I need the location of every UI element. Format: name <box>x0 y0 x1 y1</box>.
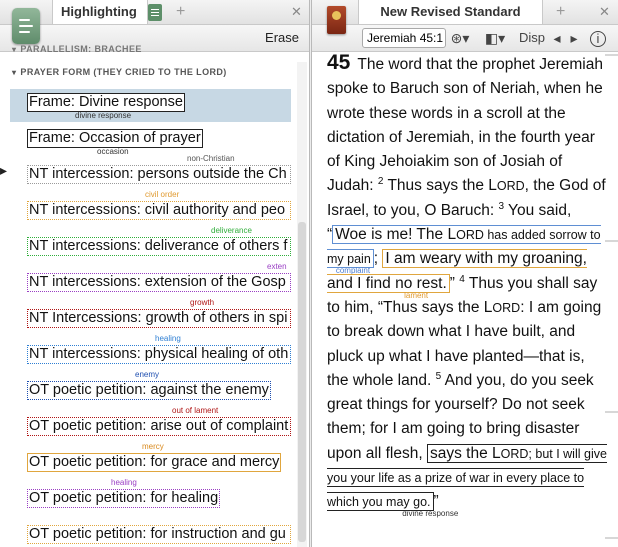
tab-highlighting-label: Highlighting <box>61 4 137 19</box>
collapse-triangle-icon: ▾ <box>12 45 17 54</box>
highlight-tag-lament: lament <box>404 290 429 300</box>
highlight-style-row[interactable]: NT intercession: persons outside the Ch n… <box>27 154 291 184</box>
section-title-label: PRAYER FORM (THEY CRIED TO THE LORD) <box>20 67 227 77</box>
highlight-style-tag: growth <box>190 298 215 307</box>
highlight-tag-divine-response: divine response <box>402 509 459 519</box>
add-tab-icon[interactable]: + <box>556 3 565 21</box>
lord-smallcaps: LORD <box>488 177 525 195</box>
reference-input[interactable]: Jeremiah 45:1 <box>362 28 446 48</box>
highlight-style-tag: divine response <box>75 111 132 120</box>
tab-highlighting[interactable]: Highlighting <box>52 0 148 24</box>
highlight-style-label: Frame: Divine response <box>27 93 185 112</box>
highlight-style-row[interactable]: Frame: Divine response divine response <box>27 93 291 120</box>
document-icon[interactable] <box>148 4 162 21</box>
highlight-style-label: NT intercessions: physical healing of ot… <box>27 345 291 364</box>
verse-2-text-a: Thus says the <box>387 177 484 195</box>
collapse-triangle-icon: ▾ <box>12 68 17 77</box>
highlight-style-tag: deliverance <box>211 226 252 235</box>
highlight-style-label: OT poetic petition: for instruction and … <box>27 525 291 544</box>
verse-3-text-b: ; <box>373 250 379 268</box>
tab-nrsv[interactable]: New Revised Standard Version <box>358 0 543 43</box>
verse-number-2: 2 <box>377 176 384 188</box>
nrsv-book-icon <box>327 6 346 34</box>
highlight-style-tag: civil order <box>145 190 180 199</box>
verse-number-5: 5 <box>435 370 442 382</box>
highlighting-app-icon <box>12 8 40 44</box>
highlight-style-row[interactable]: NT intercessions: deliverance of others … <box>27 226 291 256</box>
scroll-marker <box>605 411 618 413</box>
add-tab-icon[interactable]: + <box>176 3 185 21</box>
parallel-resources-icon[interactable]: ◧▾ <box>484 29 506 47</box>
highlight-style-row[interactable]: OT poetic petition: for grace and mercy m… <box>27 442 291 472</box>
highlight-style-tag: enemy <box>135 370 160 379</box>
verse-number-4: 4 <box>459 273 465 285</box>
verse-number-3: 3 <box>498 200 505 212</box>
display-menu-button[interactable]: Disp <box>518 29 546 47</box>
highlight-style-label: NT Intercessions: growth of others in sp… <box>27 309 291 328</box>
section-header-prayer-form[interactable]: ▾ PRAYER FORM (THEY CRIED TO THE LORD) <box>12 67 227 77</box>
verse-3-text-c: ” <box>449 274 455 292</box>
highlight-style-label: OT poetic petition: against the enemy <box>27 381 271 400</box>
verse-5-text-b: ” <box>433 493 439 511</box>
scroll-marker <box>605 54 618 56</box>
highlight-style-tag: occasion <box>97 147 129 156</box>
highlight-style-row[interactable]: NT intercessions: physical healing of ot… <box>27 334 291 364</box>
scrollbar-thumb[interactable] <box>298 222 306 542</box>
highlight-style-label: NT intercessions: extension of the Gosp <box>27 273 291 292</box>
highlight-style-tag: non-Christian <box>187 154 235 163</box>
info-icon[interactable]: i <box>590 31 606 47</box>
highlight-style-tag: healing <box>111 478 137 487</box>
section-above-label: PARALLELISM: BRACHEE <box>20 44 142 54</box>
highlight-style-row[interactable]: Frame: Occasion of prayer occasion <box>27 129 291 156</box>
highlight-style-label: OT poetic petition: for grace and mercy <box>27 453 282 472</box>
back-arrow-icon[interactable]: ◂ <box>548 29 566 47</box>
highlight-style-row[interactable]: NT Intercessions: growth of others in sp… <box>27 298 291 328</box>
highlight-style-label: Frame: Occasion of prayer <box>27 129 203 148</box>
highlight-style-row[interactable]: OT poetic petition: for instruction and … <box>27 525 291 544</box>
highlight-style-label: OT poetic petition: arise out of complai… <box>27 417 291 436</box>
row-pointer-icon: ▸ <box>0 162 8 178</box>
highlight-style-row[interactable]: OT poetic petition: arise out of complai… <box>27 406 291 436</box>
highlight-style-row[interactable]: OT poetic petition: against the enemy ene… <box>27 370 291 400</box>
highlight-style-label: OT poetic petition: for healing <box>27 489 221 508</box>
highlight-style-label: NT intercessions: deliverance of others … <box>27 237 291 256</box>
bible-panel: New Revised Standard Version + ✕ Jeremia… <box>311 0 618 547</box>
scroll-marker <box>605 240 618 242</box>
visual-filter-icon[interactable]: ⊛▾ <box>449 29 471 47</box>
highlight-style-row[interactable]: NT intercessions: extension of the Gosp e… <box>27 262 291 292</box>
right-toolbar: Jeremiah 45:1 ⊛▾ ◧▾ Disp ◂ ▸ i <box>312 25 618 52</box>
verse-1-text: The word that the prophet Jeremiah spoke… <box>327 56 603 195</box>
close-panel-icon[interactable]: ✕ <box>291 4 302 20</box>
highlight-style-tag: out of lament <box>172 406 219 415</box>
erase-button[interactable]: Erase <box>265 30 299 45</box>
highlighting-panel: Highlighting + ✕ Erase ▾ PARALLELISM: BRA… <box>0 0 310 547</box>
bible-text: 45 The word that the prophet Jeremiah sp… <box>327 51 609 519</box>
close-panel-icon[interactable]: ✕ <box>599 4 610 20</box>
scroll-marker <box>605 537 618 539</box>
highlight-style-label: NT intercession: persons outside the Ch <box>27 165 291 184</box>
highlight-style-tag: healing <box>155 334 181 343</box>
left-tab-bar: Highlighting + ✕ <box>0 0 309 25</box>
lord-smallcaps: LORD <box>483 298 521 316</box>
highlight-style-tag: exten <box>267 262 287 271</box>
highlight-style-row[interactable]: OT poetic petition: for healing healing <box>27 478 291 508</box>
right-tab-bar: New Revised Standard Version + ✕ <box>312 0 618 43</box>
chapter-number: 45 <box>327 51 351 74</box>
section-header-parallelism[interactable]: ▾ PARALLELISM: BRACHEE <box>12 44 142 54</box>
forward-arrow-icon[interactable]: ▸ <box>565 29 583 47</box>
highlight-style-label: NT intercessions: civil authority and pe… <box>27 201 291 220</box>
highlight-style-row[interactable]: NT intercessions: civil authority and pe… <box>27 190 291 220</box>
highlight-style-tag: mercy <box>142 442 164 451</box>
